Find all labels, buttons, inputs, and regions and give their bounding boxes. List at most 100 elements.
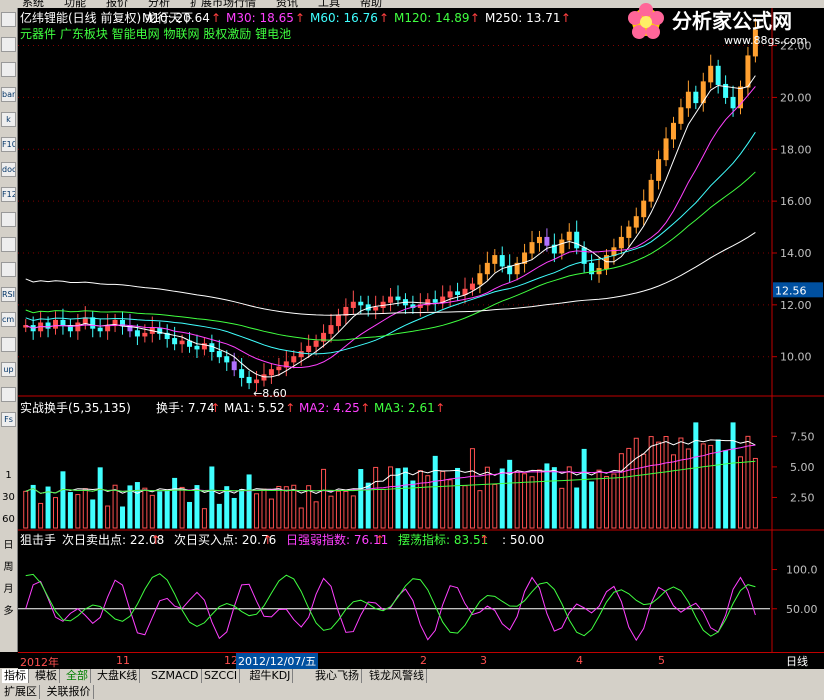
candle-body	[492, 255, 498, 264]
period-button-6[interactable]: 多	[0, 602, 17, 617]
chart-area[interactable]: 22.00 20.00 18.00 16.00 14.00 12.00 10.00 12.56…	[18, 8, 824, 652]
candle-body	[544, 236, 550, 246]
osc-value-2: 日强弱指数: 76.11	[286, 532, 388, 547]
date-axis: 2012年 11 12 2 3 4 5 2012/12/07/五 日线	[18, 652, 824, 669]
toolbar-doc-icon[interactable]: doc	[1, 162, 16, 177]
menu-item-7[interactable]: 帮助	[360, 0, 382, 8]
tab-1[interactable]: 模板	[33, 669, 60, 683]
volume-bar	[507, 459, 513, 529]
toolbar-cmp-icon[interactable]: cmp	[1, 312, 16, 327]
toolbar-F12-icon[interactable]: F12	[1, 187, 16, 202]
osc-value-0: 次日卖出点: 22.08	[62, 533, 164, 547]
candle-body	[395, 296, 401, 301]
vol-arrow-1: ↑	[285, 401, 295, 415]
vol-axis-label-2: 2.50	[790, 491, 815, 504]
ma-value-4: M250: 13.71	[485, 11, 560, 25]
toolbar-line-icon[interactable]	[1, 62, 16, 77]
ma120-line	[25, 171, 756, 341]
period-button-0[interactable]: 1	[0, 470, 17, 481]
volume-bar	[693, 422, 699, 529]
candle-body	[313, 340, 319, 347]
menu-item-1[interactable]: 功能	[64, 0, 86, 8]
candle-body	[216, 351, 222, 358]
toolbar-Fs-icon[interactable]: Fs	[1, 412, 16, 427]
candle-body	[633, 216, 639, 228]
toolbar-zoom-icon[interactable]	[1, 237, 16, 252]
candle-body	[663, 138, 669, 161]
menu-item-5[interactable]: 资讯	[276, 0, 298, 8]
menu-item-6[interactable]: 工具	[318, 0, 340, 8]
menu-item-0[interactable]: 系统	[22, 0, 44, 8]
period-button-1[interactable]: 30	[0, 492, 17, 503]
period-button-2[interactable]: 60	[0, 514, 17, 525]
osc-value-1: 次日买入点: 20.76	[174, 533, 276, 547]
volume-bar	[648, 436, 654, 529]
toolbar-F10-icon[interactable]: F10	[1, 137, 16, 152]
ext-tab-0[interactable]: 扩展区	[2, 685, 40, 699]
toolbar-RSI-icon[interactable]: RSI	[1, 287, 16, 302]
menu-item-3[interactable]: 分析	[148, 0, 170, 8]
volume-bar	[328, 495, 334, 529]
menu-item-2[interactable]: 报价	[106, 0, 128, 8]
toolbar-minus-icon[interactable]	[1, 12, 16, 27]
toolbar-k-icon[interactable]: k	[1, 112, 16, 127]
date-label-6: 5	[658, 654, 665, 667]
toolbar-plus-icon[interactable]	[1, 262, 16, 277]
candle-body	[484, 262, 490, 275]
tab-3[interactable]: 大盘K线	[95, 669, 141, 683]
tab-6[interactable]: 超牛KDJ	[248, 669, 294, 683]
tab-2[interactable]: 全部	[64, 669, 91, 683]
volume-bar	[626, 447, 632, 529]
volume-bar	[603, 475, 609, 529]
volume-bar	[723, 450, 729, 529]
tab-8[interactable]: 钱龙风警线	[367, 669, 427, 683]
toolbar-cross-icon[interactable]	[1, 212, 16, 227]
price-axis-label-3: 16.00	[780, 195, 812, 208]
volume-bar	[611, 473, 617, 529]
logo-flower-icon	[628, 3, 664, 39]
toolbar-move-icon[interactable]	[1, 337, 16, 352]
ma-arrow-2: ↑	[379, 11, 389, 25]
candle-body	[239, 369, 245, 378]
tab-7[interactable]: 我心飞扬	[313, 669, 362, 683]
vol-value-3: MA3: 2.61	[374, 401, 435, 415]
period-button-3[interactable]: 日	[0, 536, 17, 551]
menu-item-4[interactable]: 扩展市场行情	[190, 0, 256, 8]
candle-body	[745, 55, 751, 88]
osc-arrow-3: ↑	[479, 533, 489, 547]
candle-body	[328, 325, 334, 334]
candle-body	[529, 242, 535, 254]
volume-bar	[581, 448, 587, 529]
toolbar-bar-icon[interactable]: bar	[1, 87, 16, 102]
toolbar-down-icon[interactable]	[1, 387, 16, 402]
candle-body	[469, 283, 475, 290]
candle-body	[291, 356, 297, 363]
volume-bar	[432, 455, 438, 529]
candle-body	[477, 273, 483, 285]
tab-0[interactable]: 指标	[2, 669, 29, 683]
volume-bar	[82, 488, 88, 529]
toolbar-up-icon[interactable]: up	[1, 362, 16, 377]
candle-body	[105, 325, 111, 332]
toolbar-chart-icon[interactable]	[1, 37, 16, 52]
volume-bar	[373, 466, 379, 529]
period-button-5[interactable]: 月	[0, 580, 17, 595]
tab-4[interactable]: SZMACD	[149, 669, 202, 683]
ext-tab-1[interactable]: 关联报价	[45, 685, 94, 699]
volume-bar	[194, 485, 200, 529]
volume-bar	[551, 467, 557, 529]
period-label[interactable]: 日线	[786, 653, 808, 669]
candle-body	[536, 236, 542, 244]
volume-bar	[395, 468, 401, 529]
candle-body	[335, 314, 341, 327]
volume-bar	[216, 503, 222, 529]
candle-body	[134, 330, 140, 337]
volume-bar	[53, 497, 59, 529]
volume-bar	[477, 490, 483, 529]
volume-bar	[291, 484, 297, 529]
candle-body	[693, 91, 699, 104]
chart-canvas[interactable]: 22.0020.0018.0016.0014.0012.0010.0012.56…	[18, 8, 824, 652]
period-button-4[interactable]: 周	[0, 558, 17, 573]
candle-body	[499, 255, 505, 267]
tab-5[interactable]: SZCCI	[202, 669, 241, 683]
